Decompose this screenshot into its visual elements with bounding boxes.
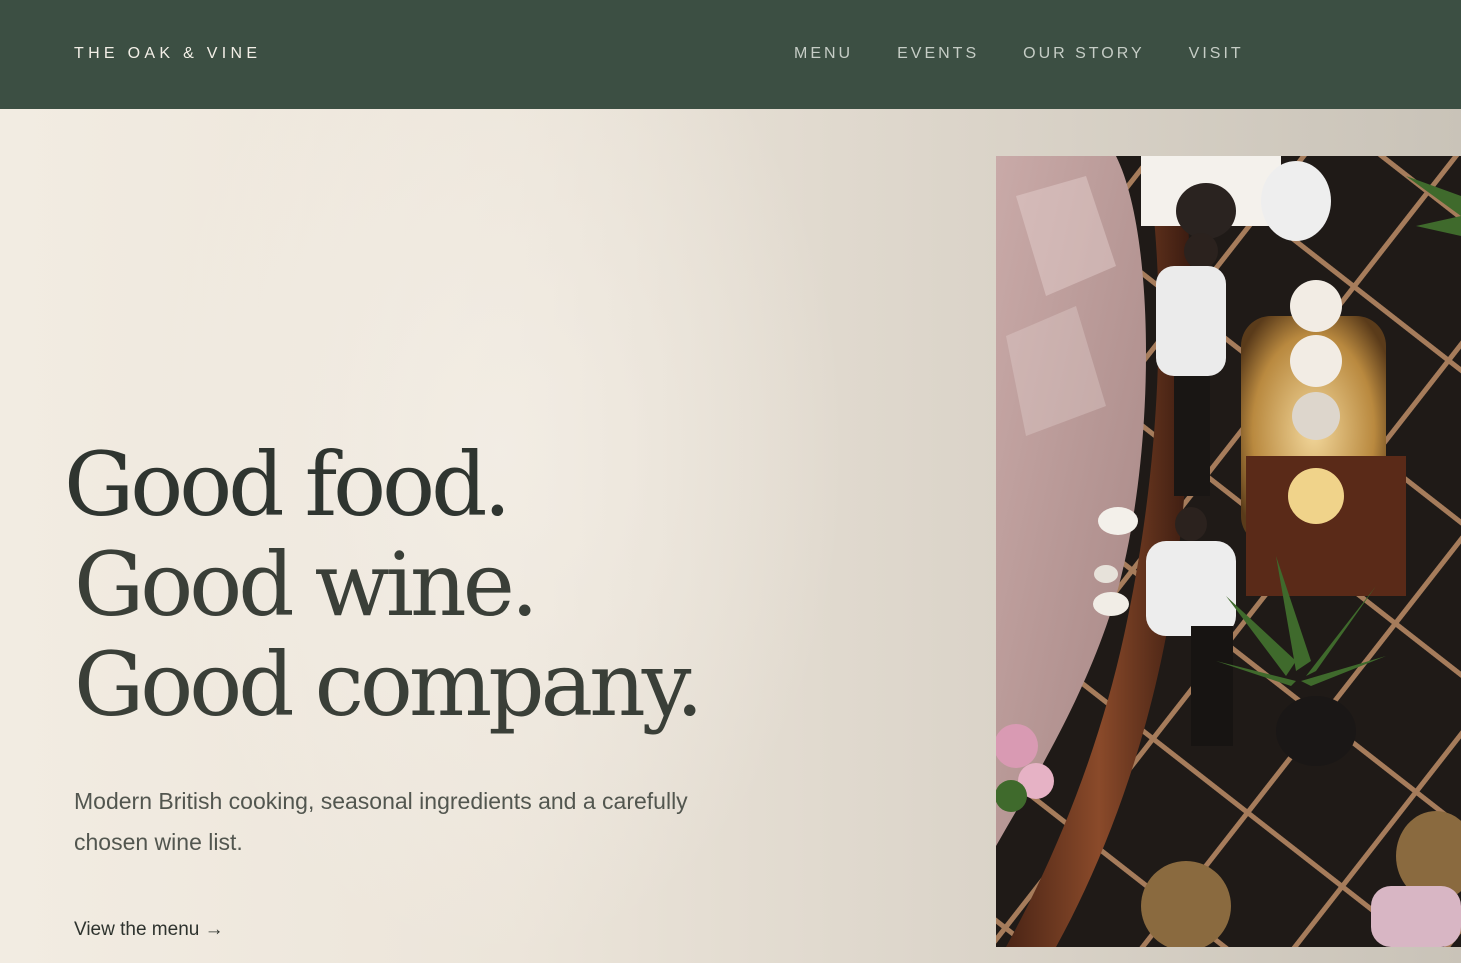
restaurant-interior-photo xyxy=(996,156,1461,947)
view-menu-link[interactable]: View the menu → xyxy=(74,919,224,941)
headline-line-3: Good company. xyxy=(74,633,704,736)
nav-visit-link[interactable]: VISIT xyxy=(1189,45,1244,63)
headline-line-1: Good food. xyxy=(64,433,511,536)
nav-events-link[interactable]: EVENTS xyxy=(897,45,979,63)
hero-headline: Good food. Good wine. Good company. xyxy=(64,433,704,736)
brand-logo[interactable]: THE OAK & VINE xyxy=(74,45,261,63)
headline-line-2: Good wine. xyxy=(74,533,539,636)
hero-section: Good food. Good wine. Good company. Mode… xyxy=(0,109,1461,963)
nav-menu-link[interactable]: MENU xyxy=(794,45,853,63)
main-nav: MENU EVENTS OUR STORY VISIT xyxy=(794,45,1244,63)
nav-our-story-link[interactable]: OUR STORY xyxy=(1023,45,1145,63)
hero-subtitle: Modern British cooking, seasonal ingredi… xyxy=(74,788,688,855)
site-header: THE OAK & VINE MENU EVENTS OUR STORY VIS… xyxy=(0,0,1461,109)
